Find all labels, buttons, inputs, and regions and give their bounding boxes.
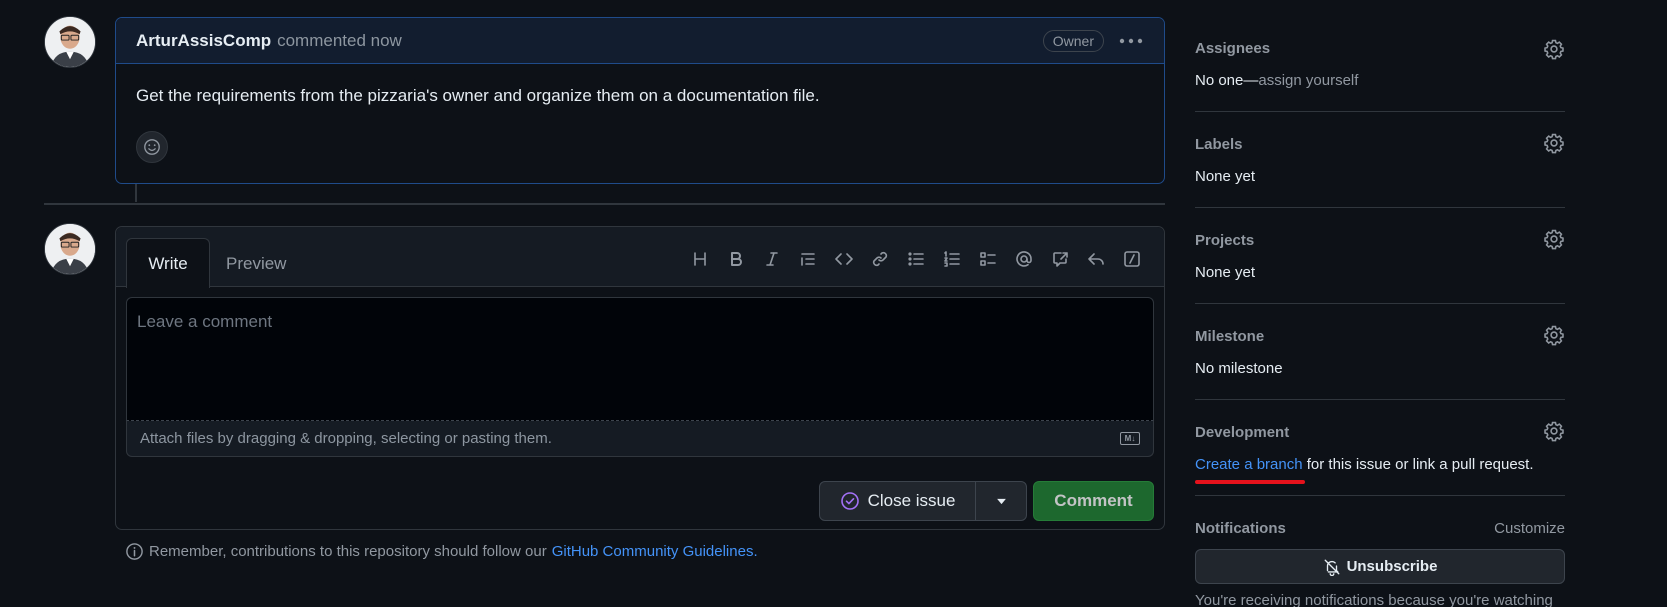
milestone-gear-icon[interactable]	[1543, 324, 1565, 346]
labels-section: Labels None yet	[1195, 112, 1565, 208]
owner-badge: Owner	[1042, 29, 1104, 52]
comment-author-link[interactable]: ArturAssisComp	[136, 31, 271, 51]
tab-preview[interactable]: Preview	[226, 254, 286, 274]
labels-heading: Labels	[1195, 136, 1243, 153]
info-icon	[126, 543, 143, 560]
editor-tab-bar: Write Preview	[116, 227, 1164, 288]
milestone-value: No milestone	[1195, 360, 1283, 377]
labels-gear-icon[interactable]	[1543, 132, 1565, 154]
new-comment-form: Write Preview Attach files by dragging &…	[115, 226, 1165, 530]
attach-files-text: Attach files by dragging & dropping, sel…	[140, 430, 552, 447]
markdown-icon[interactable]: M↓	[1120, 432, 1140, 445]
close-issue-label: Close issue	[867, 491, 956, 510]
notifications-heading: Notifications	[1195, 520, 1286, 537]
comment-textarea-wrapper	[126, 297, 1154, 421]
unsubscribe-label: Unsubscribe	[1346, 558, 1438, 575]
assignees-section: Assignees No one—assign yourself	[1195, 0, 1565, 112]
current-user-avatar[interactable]	[44, 223, 96, 275]
comment-submit-button[interactable]: Comment	[1033, 481, 1154, 521]
comment-timestamp[interactable]: commented now	[277, 31, 402, 51]
add-reaction-smiley-icon[interactable]	[136, 131, 168, 163]
development-heading: Development	[1195, 424, 1290, 441]
issue-closed-check-icon	[840, 492, 859, 510]
mention-icon[interactable]	[1006, 245, 1042, 273]
development-rest-text: for this issue or link a pull request.	[1302, 456, 1534, 473]
bell-slash-icon	[1324, 559, 1339, 576]
tab-write[interactable]: Write	[126, 238, 210, 288]
assignees-gear-icon[interactable]	[1543, 38, 1565, 60]
comment-textarea[interactable]	[127, 298, 1153, 420]
create-branch-link[interactable]: Create a branch	[1195, 456, 1303, 473]
quote-icon[interactable]	[790, 245, 826, 273]
cross-reference-icon[interactable]	[1042, 245, 1078, 273]
code-icon[interactable]	[826, 245, 862, 273]
timeline-connector	[135, 184, 137, 202]
assignees-heading: Assignees	[1195, 40, 1271, 57]
projects-gear-icon[interactable]	[1543, 228, 1565, 250]
heading-icon[interactable]	[682, 245, 718, 273]
close-issue-button[interactable]: Close issue	[820, 482, 976, 520]
reply-icon[interactable]	[1078, 245, 1114, 273]
file-attachment-bar[interactable]: Attach files by dragging & dropping, sel…	[126, 421, 1154, 457]
slash-commands-icon[interactable]	[1114, 245, 1150, 273]
notification-reason-text: You're receiving notifications because y…	[1195, 592, 1553, 607]
author-avatar[interactable]	[44, 16, 96, 68]
close-issue-button-group: Close issue	[819, 481, 1027, 521]
milestone-section: Milestone No milestone	[1195, 304, 1565, 400]
contribution-guideline-note: Remember, contributions to this reposito…	[125, 542, 758, 561]
development-gear-icon[interactable]	[1543, 420, 1565, 442]
issue-sidebar: Assignees No one—assign yourself Labels …	[1195, 0, 1565, 607]
unordered-list-icon[interactable]	[898, 245, 934, 273]
close-issue-dropdown-caret-icon[interactable]	[976, 482, 1026, 520]
comment-header: ArturAssisComp commented now Owner	[116, 18, 1164, 64]
development-value: Create a branch for this issue or link a…	[1195, 456, 1534, 473]
issue-comment: ArturAssisComp commented now Owner Get t…	[115, 17, 1165, 184]
annotation-underline	[1195, 480, 1305, 484]
link-icon[interactable]	[862, 245, 898, 273]
comment-options-icon[interactable]	[1118, 31, 1144, 51]
assignees-value: No one—assign yourself	[1195, 72, 1358, 89]
comment-body: Get the requirements from the pizzaria's…	[136, 86, 820, 105]
assign-yourself-link[interactable]: assign yourself	[1258, 72, 1358, 89]
task-list-icon[interactable]	[970, 245, 1006, 273]
customize-notifications-link[interactable]: Customize	[1494, 520, 1565, 537]
milestone-heading: Milestone	[1195, 328, 1265, 345]
bold-icon[interactable]	[718, 245, 754, 273]
no-assignee-text: No one—	[1195, 72, 1259, 89]
projects-value: None yet	[1195, 264, 1256, 281]
italic-icon[interactable]	[754, 245, 790, 273]
unsubscribe-button[interactable]: Unsubscribe	[1195, 549, 1565, 584]
projects-section: Projects None yet	[1195, 208, 1565, 304]
community-guidelines-link[interactable]: GitHub Community Guidelines.	[552, 543, 758, 560]
timeline-divider	[44, 203, 1165, 205]
guideline-text: Remember, contributions to this reposito…	[149, 543, 547, 560]
markdown-toolbar	[682, 245, 1150, 273]
ordered-list-icon[interactable]	[934, 245, 970, 273]
projects-heading: Projects	[1195, 232, 1255, 249]
labels-value: None yet	[1195, 168, 1256, 185]
